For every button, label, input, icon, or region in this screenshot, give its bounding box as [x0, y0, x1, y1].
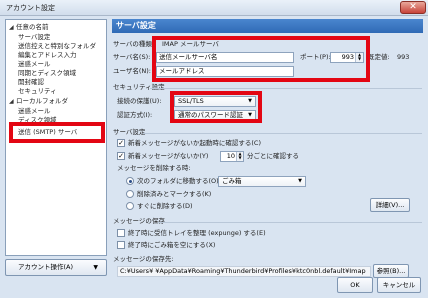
trash-folder-select[interactable]: ごみ箱 ▼ — [218, 176, 306, 187]
cancel-button[interactable]: キャンセル — [377, 277, 421, 293]
chevron-down-icon: ▼ — [93, 264, 98, 271]
expand-icon[interactable]: ◢ — [9, 23, 16, 33]
tree-item-local-folders[interactable]: ◢ ローカルフォルダ — [9, 96, 68, 106]
server-type-label: サーバの種類: — [113, 40, 155, 48]
move-to-folder-label: 次のフォルダに移動する(O): — [137, 177, 221, 185]
section-divider — [158, 222, 422, 223]
ok-button[interactable]: OK — [337, 277, 373, 293]
page-title: サーバ設定 — [112, 19, 423, 33]
expunge-label: 終了時に受信トレイを整理 (expunge) する(E) — [128, 229, 266, 237]
check-interval-stepper[interactable]: 10 ▲ ▼ — [220, 151, 244, 162]
check-every-label: 新着メッセージがないか(Y) — [128, 152, 209, 160]
auth-method-label: 認証方式(I): — [117, 111, 153, 119]
move-to-folder-radio[interactable] — [126, 177, 134, 185]
tree-item-security[interactable]: セキュリティ — [18, 86, 57, 96]
default-port-value: 993 — [397, 53, 410, 61]
server-settings-section-label: サーバ設定 — [113, 128, 146, 136]
section-divider — [143, 133, 422, 134]
account-actions-button[interactable]: アカウント操作(A) ▼ — [5, 259, 107, 276]
default-port-label: 既定値: — [368, 53, 390, 61]
connection-security-label: 接続の保護(U): — [117, 97, 162, 105]
empty-trash-label: 終了時にごみ箱を空にする(X) — [128, 241, 216, 249]
tree-item-label: 任意の名前 — [16, 23, 49, 31]
expand-icon[interactable]: ◢ — [9, 97, 16, 107]
browse-button[interactable]: 参照(B)... — [373, 264, 409, 278]
delete-behavior-label: メッセージを削除する時: — [117, 164, 191, 172]
delete-immediately-label: すぐに削除する(D) — [137, 202, 193, 210]
check-on-start-checkbox[interactable]: ✓ — [117, 139, 125, 147]
check-interval-suffix: 分ごとに確認する — [247, 152, 299, 160]
tree-item-label: ローカルフォルダ — [16, 97, 68, 105]
account-actions-label: アカウント操作(A) — [18, 263, 74, 271]
highlight-box-server — [152, 36, 370, 82]
advanced-button[interactable]: 詳細(V)... — [370, 198, 410, 212]
empty-trash-checkbox[interactable] — [117, 241, 125, 249]
check-on-start-label: 新着メッセージがないか起動時に確認する(C) — [128, 139, 261, 147]
chevron-down-icon: ▼ — [298, 178, 302, 184]
highlight-box-smtp — [9, 122, 105, 143]
mark-deleted-label: 削除済みとマークする(K) — [137, 190, 212, 198]
spin-arrows-icon[interactable]: ▲ ▼ — [236, 152, 243, 161]
close-button[interactable]: ✕ — [400, 1, 426, 14]
tree-item-account[interactable]: ◢ 任意の名前 — [9, 22, 49, 32]
window-title: アカウント設定 — [6, 4, 55, 12]
expunge-checkbox[interactable] — [117, 229, 125, 237]
spin-down-icon[interactable]: ▼ — [238, 155, 241, 160]
trash-folder-value: ごみ箱 — [222, 177, 242, 185]
highlight-box-security — [170, 91, 262, 123]
username-label: ユーザ名(N): — [113, 67, 151, 75]
title-bar: アカウント設定 ✕ — [0, 0, 428, 16]
storage-location-label: メッセージの保存先: — [113, 255, 174, 263]
storage-path-field[interactable]: C:¥Users¥ ¥AppData¥Roaming¥Thunderbird¥P… — [117, 266, 371, 277]
mark-deleted-radio[interactable] — [126, 190, 134, 198]
server-name-label: サーバ名(S): — [113, 53, 151, 61]
section-divider — [150, 88, 422, 89]
delete-immediately-radio[interactable] — [126, 202, 134, 210]
check-every-checkbox[interactable]: ✓ — [117, 152, 125, 160]
check-interval-value: 10 — [226, 152, 235, 160]
